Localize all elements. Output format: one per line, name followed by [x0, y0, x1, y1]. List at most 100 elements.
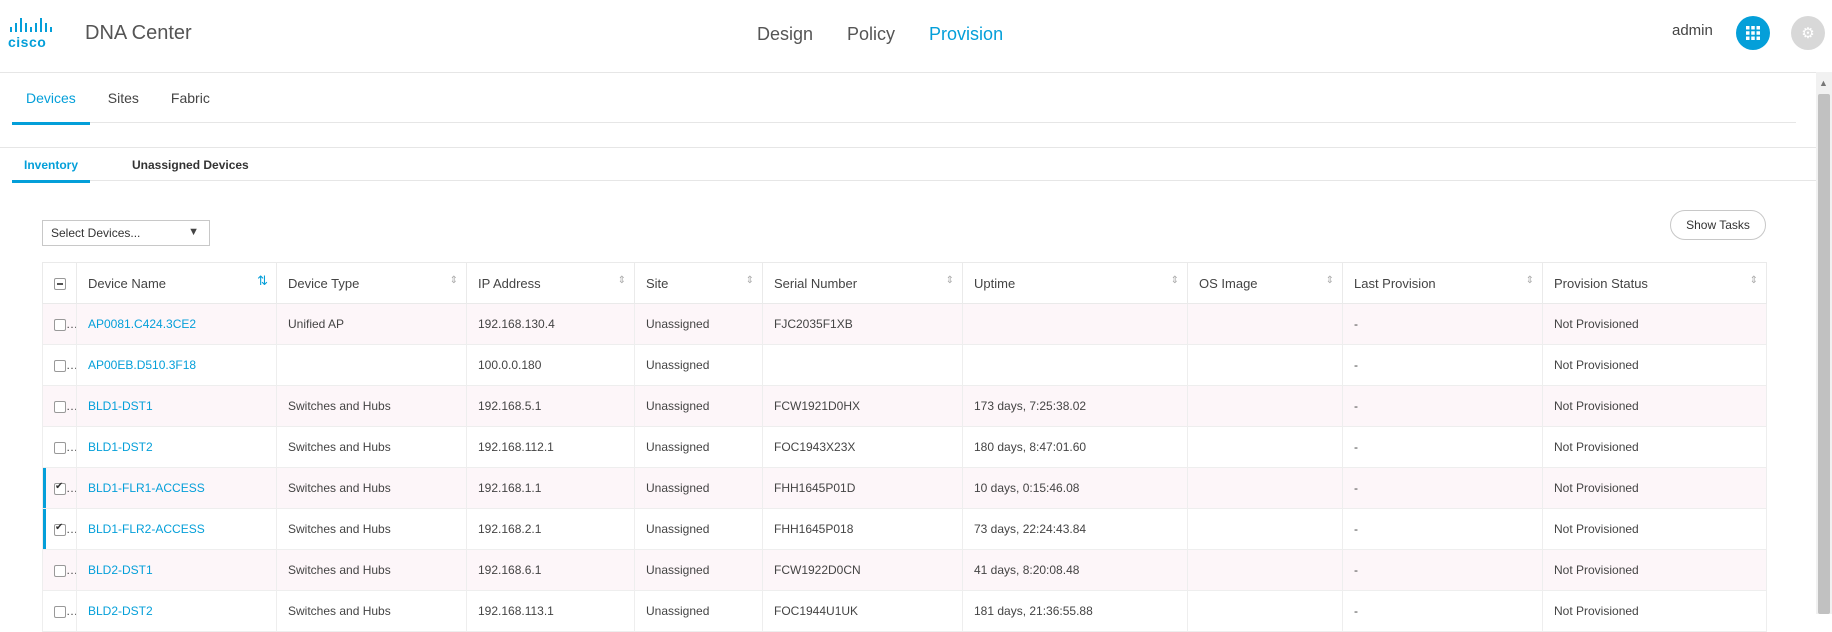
row-checkbox[interactable]: [54, 400, 66, 413]
table-row[interactable]: AP0081.C424.3CE2 Unified AP 192.168.130.…: [42, 303, 1767, 345]
row-checkbox[interactable]: [54, 359, 66, 372]
select-devices-dropdown[interactable]: Select Devices... ▼: [42, 220, 210, 246]
cell-device-name[interactable]: BLD1-DST1: [76, 385, 277, 427]
tab-sites[interactable]: Sites: [94, 72, 153, 122]
col-header-ip-address[interactable]: IP Address ⇕: [466, 262, 635, 304]
device-link[interactable]: AP0081.C424.3CE2: [88, 317, 196, 331]
nav-design[interactable]: Design: [757, 24, 813, 45]
col-header-label: OS Image: [1199, 275, 1258, 291]
logo-wordmark: cisco: [8, 34, 47, 50]
row-checkbox[interactable]: [54, 564, 66, 577]
cell-os-image: [1187, 590, 1343, 632]
col-header-device-type[interactable]: Device Type ⇕: [276, 262, 467, 304]
cell-os-image: [1187, 467, 1343, 509]
cell-uptime: 180 days, 8:47:01.60: [962, 426, 1188, 468]
user-name[interactable]: admin: [1672, 22, 1713, 39]
cell-device-name[interactable]: AP00EB.D510.3F18: [76, 344, 277, 386]
col-header-site[interactable]: Site ⇕: [634, 262, 763, 304]
scrollbar-thumb[interactable]: [1818, 94, 1830, 614]
table-row[interactable]: BLD1-FLR1-ACCESS Switches and Hubs 192.1…: [42, 467, 1767, 509]
cell-device-type: Unified AP: [276, 303, 467, 345]
cell-device-type: [276, 344, 467, 386]
cell-uptime: 173 days, 7:25:38.02: [962, 385, 1188, 427]
sort-icon[interactable]: ⇕: [618, 275, 626, 286]
sort-icon[interactable]: ⇕: [1326, 275, 1334, 286]
sort-icon[interactable]: ⇕: [450, 275, 458, 286]
settings-button[interactable]: ⚙: [1791, 16, 1825, 50]
row-select-cell: [42, 344, 77, 386]
col-header-uptime[interactable]: Uptime ⇕: [962, 262, 1188, 304]
cell-device-type: Switches and Hubs: [276, 508, 467, 550]
cell-device-name[interactable]: BLD2-DST1: [76, 549, 277, 591]
cell-site: Unassigned: [634, 590, 763, 632]
table-row[interactable]: BLD1-DST2 Switches and Hubs 192.168.112.…: [42, 426, 1767, 468]
cell-device-name[interactable]: BLD1-DST2: [76, 426, 277, 468]
col-header-last-provision[interactable]: Last Provision ⇕: [1342, 262, 1543, 304]
device-link[interactable]: BLD1-DST2: [88, 440, 153, 454]
cell-os-image: [1187, 426, 1343, 468]
nav-provision[interactable]: Provision: [929, 24, 1003, 45]
cell-serial-number: FOC1943X23X: [762, 426, 963, 468]
tab-devices[interactable]: Devices: [12, 72, 90, 125]
cisco-logo[interactable]: cisco: [8, 16, 64, 50]
cell-serial-number: FHH1645P01D: [762, 467, 963, 509]
nav-policy[interactable]: Policy: [847, 24, 895, 45]
table-row[interactable]: BLD1-DST1 Switches and Hubs 192.168.5.1 …: [42, 385, 1767, 427]
cell-uptime: 41 days, 8:20:08.48: [962, 549, 1188, 591]
tab-fabric[interactable]: Fabric: [157, 72, 224, 122]
cell-ip-address: 192.168.113.1: [466, 590, 635, 632]
row-select-cell: [42, 303, 77, 345]
sort-icon[interactable]: ⇕: [946, 275, 954, 286]
col-header-label: Last Provision: [1354, 275, 1436, 291]
select-all-checkbox[interactable]: [54, 278, 66, 291]
device-link[interactable]: BLD1-FLR1-ACCESS: [88, 481, 205, 495]
table-row[interactable]: BLD2-DST1 Switches and Hubs 192.168.6.1 …: [42, 549, 1767, 591]
scroll-up-icon[interactable]: ▲: [1819, 78, 1828, 88]
col-header-label: Device Type: [288, 275, 360, 291]
row-checkbox[interactable]: [54, 441, 66, 454]
sort-ascending-icon[interactable]: ⇅: [257, 273, 268, 289]
sort-icon[interactable]: ⇕: [746, 275, 754, 286]
cell-last-provision: -: [1342, 549, 1543, 591]
device-link[interactable]: BLD1-FLR2-ACCESS: [88, 522, 205, 536]
row-checkbox[interactable]: [54, 318, 66, 331]
sort-icon[interactable]: ⇕: [1526, 275, 1534, 286]
cell-uptime: 73 days, 22:24:43.84: [962, 508, 1188, 550]
cell-device-type: Switches and Hubs: [276, 426, 467, 468]
device-link[interactable]: BLD2-DST1: [88, 563, 153, 577]
sub-tabs: Inventory Unassigned Devices: [12, 148, 1816, 183]
col-header-os-image[interactable]: OS Image ⇕: [1187, 262, 1343, 304]
table-row[interactable]: BLD1-FLR2-ACCESS Switches and Hubs 192.1…: [42, 508, 1767, 550]
device-link[interactable]: BLD2-DST2: [88, 604, 153, 618]
row-checkbox[interactable]: [54, 522, 66, 536]
cell-os-image: [1187, 344, 1343, 386]
device-link[interactable]: BLD1-DST1: [88, 399, 153, 413]
cell-device-name[interactable]: BLD1-FLR1-ACCESS: [76, 467, 277, 509]
cell-device-name[interactable]: BLD1-FLR2-ACCESS: [76, 508, 277, 550]
device-link[interactable]: AP00EB.D510.3F18: [88, 358, 196, 372]
gear-icon: ⚙: [1801, 25, 1815, 42]
table-row[interactable]: AP00EB.D510.3F18 100.0.0.180 Unassigned …: [42, 344, 1767, 386]
cell-os-image: [1187, 303, 1343, 345]
apps-button[interactable]: [1736, 16, 1770, 50]
row-select-cell: [42, 549, 77, 591]
col-header-device-name[interactable]: Device Name ⇅: [76, 262, 277, 304]
row-checkbox[interactable]: [54, 605, 66, 618]
cell-ip-address: 192.168.112.1: [466, 426, 635, 468]
cell-site: Unassigned: [634, 385, 763, 427]
table-row[interactable]: BLD2-DST2 Switches and Hubs 192.168.113.…: [42, 590, 1767, 632]
col-header-provision-status[interactable]: Provision Status ⇕: [1542, 262, 1767, 304]
sort-icon[interactable]: ⇕: [1750, 275, 1758, 286]
cell-provision-status: Not Provisioned: [1542, 590, 1767, 632]
page-scrollbar[interactable]: ▲: [1816, 72, 1832, 614]
col-header-serial-number[interactable]: Serial Number ⇕: [762, 262, 963, 304]
show-tasks-button[interactable]: Show Tasks: [1670, 210, 1766, 240]
tab-unassigned-devices[interactable]: Unassigned Devices: [120, 148, 261, 180]
row-checkbox[interactable]: [54, 481, 66, 495]
cell-device-name[interactable]: BLD2-DST2: [76, 590, 277, 632]
tab-inventory[interactable]: Inventory: [12, 148, 91, 183]
cell-ip-address: 192.168.2.1: [466, 508, 635, 550]
cell-uptime: 10 days, 0:15:46.08: [962, 467, 1188, 509]
sort-icon[interactable]: ⇕: [1171, 275, 1179, 286]
cell-device-name[interactable]: AP0081.C424.3CE2: [76, 303, 277, 345]
